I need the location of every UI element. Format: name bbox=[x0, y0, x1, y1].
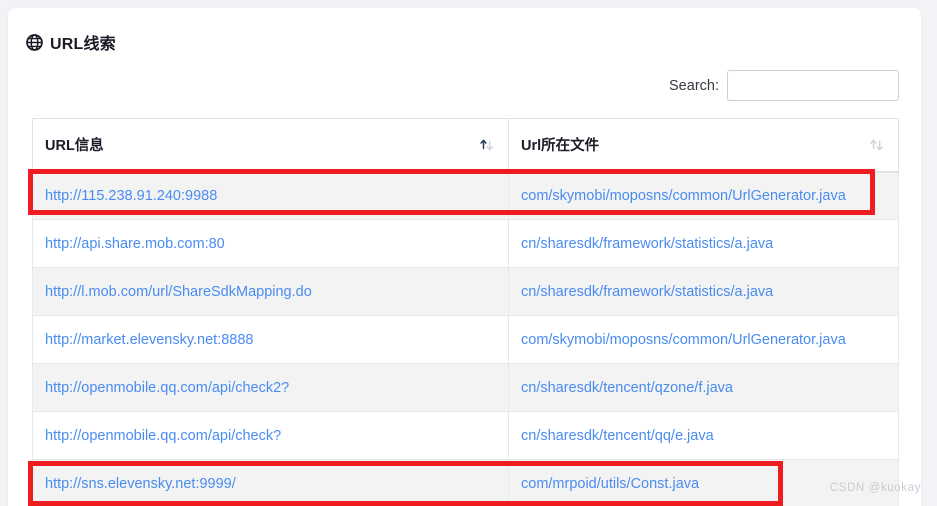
url-link[interactable]: http://l.mob.com/url/ShareSdkMapping.do bbox=[45, 284, 312, 300]
table-search: Search: bbox=[669, 70, 899, 101]
cell-url: http://api.share.mob.com:80 bbox=[32, 219, 509, 268]
file-link[interactable]: com/skymobi/moposns/common/UrlGenerator.… bbox=[521, 332, 846, 348]
table-row: http://sns.elevensky.net:9999/ com/mrpoi… bbox=[32, 459, 899, 506]
sort-ascending-icon bbox=[480, 139, 493, 151]
page-title: URL线索 bbox=[26, 30, 116, 54]
file-link[interactable]: cn/sharesdk/tencent/qzone/f.java bbox=[521, 380, 733, 396]
url-link[interactable]: http://sns.elevensky.net:9999/ bbox=[45, 476, 236, 492]
table-row: http://api.share.mob.com:80 cn/sharesdk/… bbox=[32, 219, 899, 268]
table-head: URL信息 Url所在文件 bbox=[32, 118, 899, 173]
cell-file: cn/sharesdk/tencent/qzone/f.java bbox=[508, 363, 899, 412]
url-table: URL信息 Url所在文件 http://115.238.91.240:9988… bbox=[32, 118, 899, 506]
cell-file: cn/sharesdk/framework/statistics/a.java bbox=[508, 219, 899, 268]
url-clues-card: URL线索 Search: URL信息 Url所在文件 http://115.2… bbox=[8, 8, 921, 506]
cell-url: http://sns.elevensky.net:9999/ bbox=[32, 459, 509, 506]
page-root: URL线索 Search: URL信息 Url所在文件 http://115.2… bbox=[0, 0, 937, 506]
cell-url: http://115.238.91.240:9988 bbox=[32, 171, 509, 220]
watermark: CSDN @kuokay bbox=[829, 482, 921, 494]
column-header-url[interactable]: URL信息 bbox=[32, 118, 509, 173]
url-table-container: URL信息 Url所在文件 http://115.238.91.240:9988… bbox=[32, 118, 899, 506]
sort-none-icon bbox=[870, 139, 883, 151]
column-header-url-label: URL信息 bbox=[45, 138, 104, 155]
cell-file: com/skymobi/moposns/common/UrlGenerator.… bbox=[508, 315, 899, 364]
file-link[interactable]: cn/sharesdk/tencent/qq/e.java bbox=[521, 428, 714, 444]
cell-url: http://l.mob.com/url/ShareSdkMapping.do bbox=[32, 267, 509, 316]
url-link[interactable]: http://openmobile.qq.com/api/check? bbox=[45, 428, 281, 444]
url-link[interactable]: http://api.share.mob.com:80 bbox=[45, 236, 225, 252]
cell-url: http://openmobile.qq.com/api/check? bbox=[32, 411, 509, 460]
column-header-file[interactable]: Url所在文件 bbox=[508, 118, 899, 173]
table-row: http://openmobile.qq.com/api/check2? cn/… bbox=[32, 363, 899, 412]
cell-url: http://openmobile.qq.com/api/check2? bbox=[32, 363, 509, 412]
file-link[interactable]: cn/sharesdk/framework/statistics/a.java bbox=[521, 236, 773, 252]
search-input[interactable] bbox=[727, 70, 899, 101]
file-link[interactable]: cn/sharesdk/framework/statistics/a.java bbox=[521, 284, 773, 300]
column-header-file-label: Url所在文件 bbox=[521, 138, 600, 155]
cell-file: cn/sharesdk/tencent/qq/e.java bbox=[508, 411, 899, 460]
table-row: http://115.238.91.240:9988 com/skymobi/m… bbox=[32, 171, 899, 220]
cell-file: cn/sharesdk/framework/statistics/a.java bbox=[508, 267, 899, 316]
table-body: http://115.238.91.240:9988 com/skymobi/m… bbox=[32, 171, 899, 506]
cell-file: com/skymobi/moposns/common/UrlGenerator.… bbox=[508, 171, 899, 220]
search-label: Search: bbox=[669, 77, 719, 94]
table-row: http://openmobile.qq.com/api/check? cn/s… bbox=[32, 411, 899, 460]
file-link[interactable]: com/skymobi/moposns/common/UrlGenerator.… bbox=[521, 188, 846, 204]
url-link[interactable]: http://market.elevensky.net:8888 bbox=[45, 332, 254, 348]
globe-icon bbox=[26, 33, 43, 51]
table-row: http://l.mob.com/url/ShareSdkMapping.do … bbox=[32, 267, 899, 316]
file-link[interactable]: com/mrpoid/utils/Const.java bbox=[521, 476, 699, 492]
cell-url: http://market.elevensky.net:8888 bbox=[32, 315, 509, 364]
url-link[interactable]: http://115.238.91.240:9988 bbox=[45, 188, 217, 204]
table-header-row: URL信息 Url所在文件 bbox=[32, 118, 899, 173]
url-link[interactable]: http://openmobile.qq.com/api/check2? bbox=[45, 380, 289, 396]
page-title-text: URL线索 bbox=[50, 36, 116, 53]
table-row: http://market.elevensky.net:8888 com/sky… bbox=[32, 315, 899, 364]
